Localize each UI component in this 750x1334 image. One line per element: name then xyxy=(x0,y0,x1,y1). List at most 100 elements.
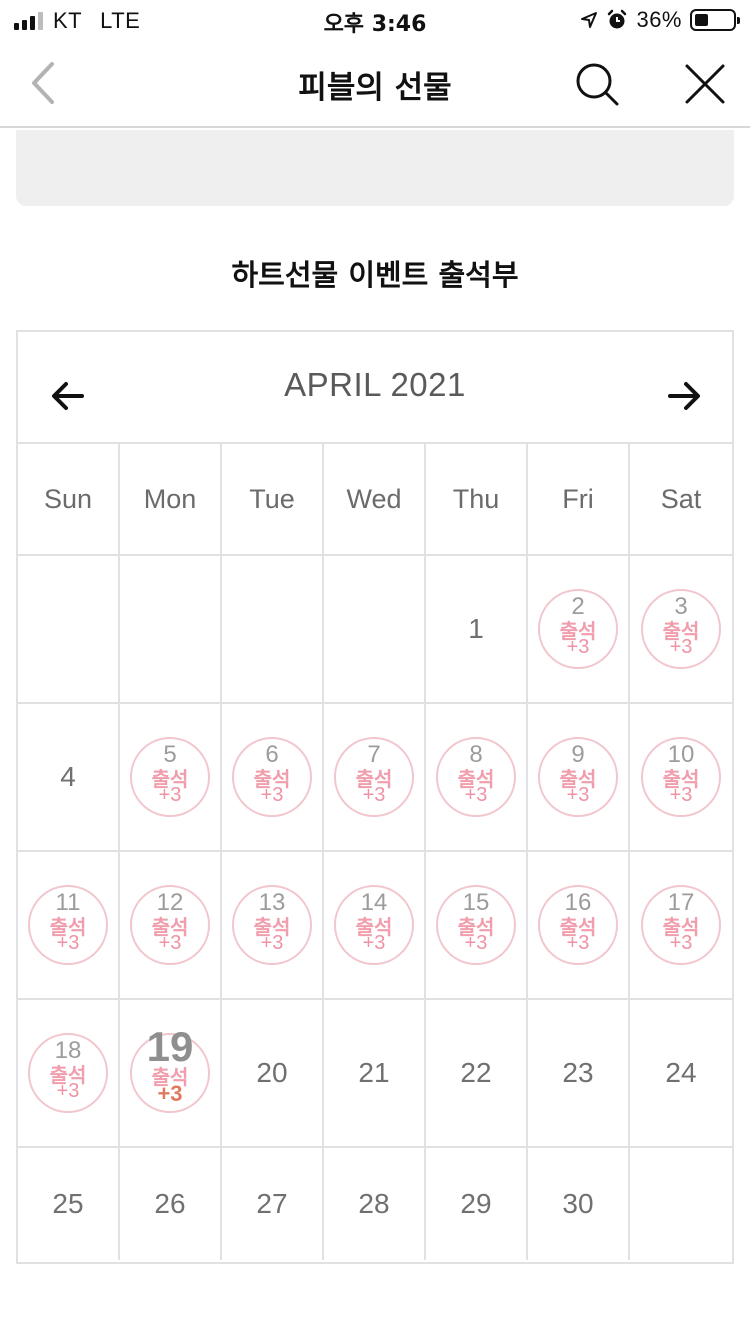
attendance-points: +3 xyxy=(158,932,182,954)
page-title: 피블의 선물 xyxy=(298,70,452,106)
calendar-empty-cell xyxy=(222,556,324,704)
back-button[interactable] xyxy=(22,58,66,108)
day-number: 23 xyxy=(562,1057,594,1088)
status-right: 36% xyxy=(580,7,740,33)
attendance-points: +3 xyxy=(464,784,488,806)
banner-placeholder xyxy=(16,130,734,206)
attendance-points: +3 xyxy=(566,932,590,954)
attendance-calendar: APRIL 2021 Sun Mon Tue Wed Thu Fri Sat 1 2 출석 +3 3 출… xyxy=(16,330,734,1264)
calendar-empty-cell xyxy=(120,556,222,704)
calendar-empty-cell xyxy=(18,556,120,704)
calendar-empty-cell xyxy=(324,556,426,704)
calendar-day: 27 xyxy=(222,1148,324,1260)
calendar-day: 8 출석 +3 xyxy=(426,704,528,852)
calendar-day: 1 xyxy=(426,556,528,704)
attendance-stamp: 19 출석 +3 xyxy=(130,1023,210,1113)
calendar-day: 10 출석 +3 xyxy=(630,704,732,852)
attendance-stamp: 2 출석 +3 xyxy=(538,589,618,669)
calendar-empty-cell xyxy=(630,1148,732,1260)
calendar-day: 3 출석 +3 xyxy=(630,556,732,704)
attendance-stamp: 7 출석 +3 xyxy=(334,737,414,817)
chevron-left-icon xyxy=(32,62,54,104)
attendance-points: +3 xyxy=(362,932,386,954)
calendar-header: APRIL 2021 xyxy=(18,332,732,444)
search-icon xyxy=(576,63,619,106)
day-number: 20 xyxy=(256,1057,288,1088)
attendance-stamp: 12 출석 +3 xyxy=(130,885,210,965)
calendar-day: 23 xyxy=(528,1000,630,1148)
attendance-stamp: 17 출석 +3 xyxy=(641,885,721,965)
calendar-day: 7 출석 +3 xyxy=(324,704,426,852)
calendar-grid: Sun Mon Tue Wed Thu Fri Sat 1 2 출석 +3 3 출석 +3 4 5 출석 +3 6 출… xyxy=(18,444,732,1260)
attendance-points: +3 xyxy=(669,784,693,806)
day-number: 30 xyxy=(562,1188,594,1219)
location-arrow-icon xyxy=(581,12,598,28)
attendance-stamp: 8 출석 +3 xyxy=(436,737,516,817)
calendar-day: 30 xyxy=(528,1148,630,1260)
calendar-day: 11 출석 +3 xyxy=(18,852,120,1000)
navigation-bar: 피블의 선물 xyxy=(0,40,750,128)
calendar-day: 17 출석 +3 xyxy=(630,852,732,1000)
attendance-points: +3 xyxy=(464,932,488,954)
day-number: 1 xyxy=(468,613,484,644)
attendance-points: +3 xyxy=(669,636,693,658)
calendar-day: 2 출석 +3 xyxy=(528,556,630,704)
attendance-stamp: 9 출석 +3 xyxy=(538,737,618,817)
attendance-stamp: 14 출석 +3 xyxy=(334,885,414,965)
day-number: 28 xyxy=(358,1188,390,1219)
calendar-day: 9 출석 +3 xyxy=(528,704,630,852)
day-number: 27 xyxy=(256,1188,288,1219)
status-bar: KT LTE 오후 3:46 36% xyxy=(0,0,750,40)
attendance-points: +3 xyxy=(157,1081,183,1106)
weekday-header: Wed xyxy=(324,444,426,556)
weekday-header: Thu xyxy=(426,444,528,556)
weekday-header: Mon xyxy=(120,444,222,556)
calendar-day: 18 출석 +3 xyxy=(18,1000,120,1148)
calendar-day: 16 출석 +3 xyxy=(528,852,630,1000)
calendar-day: 13 출석 +3 xyxy=(222,852,324,1000)
next-month-button[interactable] xyxy=(664,376,704,416)
day-number: 21 xyxy=(358,1057,390,1088)
weekday-header: Fri xyxy=(528,444,630,556)
attendance-points: +3 xyxy=(260,784,284,806)
attendance-stamp: 10 출석 +3 xyxy=(641,737,721,817)
day-number: 4 xyxy=(60,761,76,792)
month-label: APRIL 2021 xyxy=(284,366,466,403)
arrow-right-icon xyxy=(668,382,700,410)
calendar-day: 29 xyxy=(426,1148,528,1260)
day-number: 26 xyxy=(154,1188,186,1219)
day-number: 25 xyxy=(52,1188,84,1219)
battery-icon xyxy=(690,9,740,31)
attendance-stamp: 16 출석 +3 xyxy=(538,885,618,965)
attendance-stamp: 11 출석 +3 xyxy=(28,885,108,965)
attendance-stamp: 13 출석 +3 xyxy=(232,885,312,965)
calendar-day: 21 xyxy=(324,1000,426,1148)
attendance-points: +3 xyxy=(260,932,284,954)
calendar-day: 22 xyxy=(426,1000,528,1148)
calendar-day: 6 출석 +3 xyxy=(222,704,324,852)
attendance-stamp: 15 출석 +3 xyxy=(436,885,516,965)
calendar-day: 5 출석 +3 xyxy=(120,704,222,852)
attendance-points: +3 xyxy=(566,784,590,806)
battery-percent: 36% xyxy=(636,7,682,32)
battery-fill xyxy=(695,14,708,26)
calendar-day: 20 xyxy=(222,1000,324,1148)
event-title: 하트선물 이벤트 출석부 xyxy=(231,258,519,292)
attendance-points: +3 xyxy=(362,784,386,806)
day-number: 22 xyxy=(460,1057,492,1088)
calendar-day: 15 출석 +3 xyxy=(426,852,528,1000)
calendar-day: 4 xyxy=(18,704,120,852)
search-button[interactable] xyxy=(573,60,621,108)
attendance-points: +3 xyxy=(56,1080,80,1102)
attendance-points: +3 xyxy=(56,932,80,954)
alarm-icon xyxy=(608,9,627,29)
calendar-day: 26 xyxy=(120,1148,222,1260)
calendar-day: 19 출석 +3 xyxy=(120,1000,222,1148)
attendance-stamp: 18 출석 +3 xyxy=(28,1033,108,1113)
close-icon xyxy=(685,64,725,104)
day-number: 24 xyxy=(665,1057,697,1088)
weekday-header: Sat xyxy=(630,444,732,556)
weekday-header: Sun xyxy=(18,444,120,556)
attendance-points: +3 xyxy=(158,784,182,806)
close-button[interactable] xyxy=(681,60,729,108)
